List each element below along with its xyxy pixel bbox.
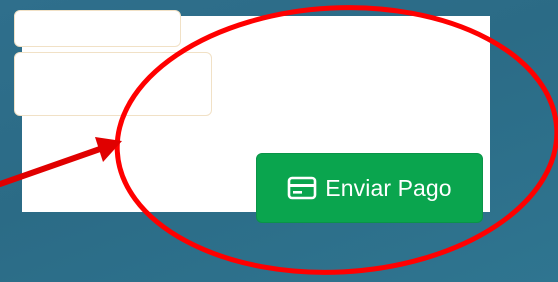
annotation-arrow-shaft <box>0 146 103 187</box>
highlight-ellipse <box>114 5 558 275</box>
annotation-overlay <box>0 5 558 275</box>
